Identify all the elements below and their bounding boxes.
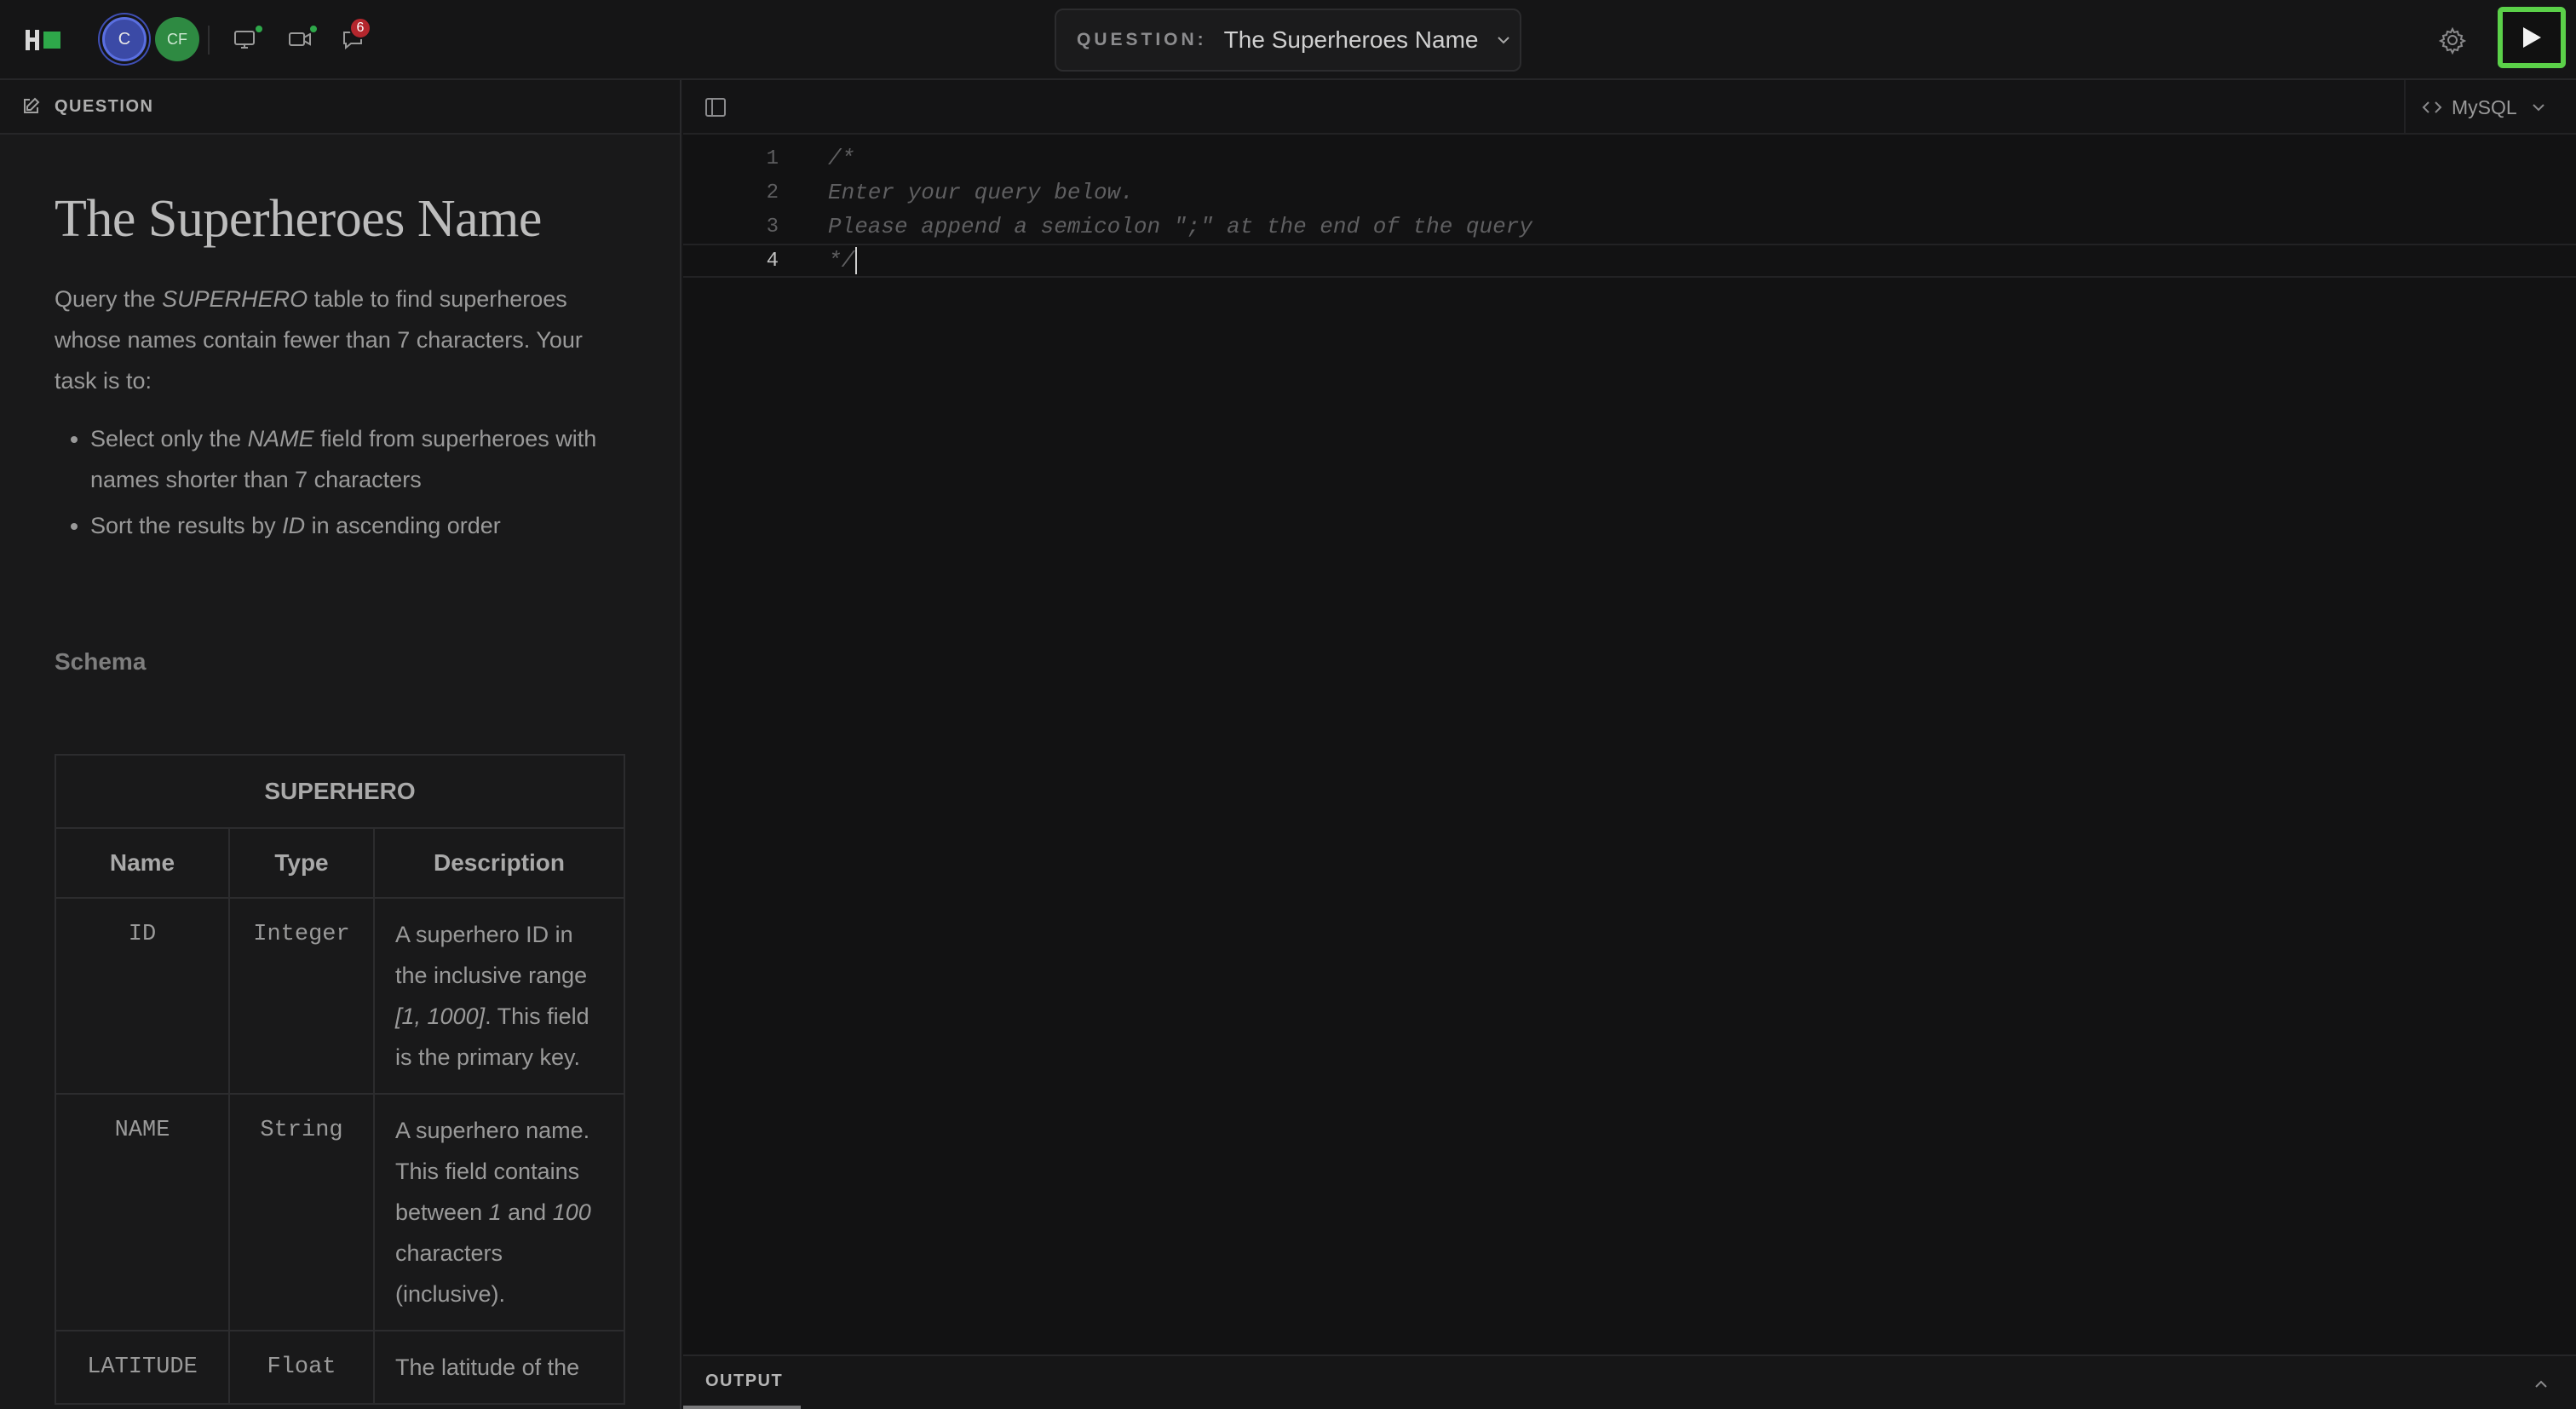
column-header: Description [373,827,625,899]
field-description-cell: The latitude of the [373,1330,625,1405]
run-button[interactable] [2498,7,2566,68]
text-segment: characters (inclusive). [395,1240,506,1307]
code-line[interactable]: 3 Please append a semicolon ";" at the e… [683,210,2576,244]
edit-icon [24,97,40,113]
question-panel-header: QUESTION [0,80,680,135]
panel-header-label: QUESTION [55,96,154,116]
text-emphasis: 100 [552,1199,591,1225]
gear-icon[interactable] [2436,24,2469,56]
column-header: Type [228,827,375,899]
screen-share-button[interactable] [228,22,264,56]
text-segment: Sort the results by [90,513,283,538]
avatar-initials: CF [167,30,187,48]
table-row: ID Integer A superhero ID in the inclusi… [55,897,625,1095]
divider [208,26,210,55]
text-caret [855,247,858,274]
text-segment: and [501,1199,553,1225]
field-name-cell: NAME [55,1093,230,1331]
list-item: Sort the results by ID in ascending orde… [90,505,625,546]
tab-output[interactable]: OUTPUT [705,1372,783,1391]
schema-heading: Schema [55,648,147,675]
schema-table: SUPERHERO Name Type Description ID Integ… [55,754,625,1405]
table-row: LATITUDE Float The latitude of the [55,1330,625,1405]
language-select-value: MySQL [2452,95,2517,118]
field-type-cell: Float [228,1330,375,1405]
chevron-down-icon [1497,37,1509,44]
text-segment: Select only the [90,426,248,451]
question-description: Query the SUPERHERO table to find superh… [55,279,625,401]
text-segment: The latitude of the [395,1354,580,1380]
output-panel: OUTPUT [683,1354,2576,1409]
text-emphasis: [1, 1000] [395,1004,486,1029]
code-line-text: Please append a semicolon ";" at the end… [828,214,1532,239]
app-root: C CF 6 QUESTION: The Superheroes Name QU… [0,0,2576,1409]
code-area[interactable]: 1 /* 2 Enter your query below. 3 Please … [683,141,2576,278]
field-name-cell: LATITUDE [55,1330,230,1405]
status-dot [308,24,319,34]
status-dot [254,24,264,34]
editor-header: MySQL [683,80,2576,135]
field-description-cell: A superhero name. This field contains be… [373,1093,625,1331]
question-panel[interactable]: QUESTION The Superheroes Name Query the … [0,80,681,1409]
chevron-down-icon [2532,104,2544,112]
play-icon [2523,27,2541,48]
avatar-initials: C [118,29,131,49]
column-header: Name [55,827,230,899]
question-selector-title: The Superheroes Name [1223,26,1479,53]
chevron-up-icon[interactable] [2532,1375,2550,1394]
code-line-text: /* [828,146,855,171]
field-type-cell: Integer [228,897,375,1095]
video-button[interactable] [283,22,319,56]
field-emphasis: NAME [247,426,314,451]
line-number: 1 [766,147,779,170]
line-number: 2 [766,181,779,204]
field-emphasis: ID [282,513,306,538]
avatar[interactable]: CF [155,17,199,61]
code-editor[interactable]: MySQL 1 /* 2 Enter your query below. 3 P… [683,80,2576,1354]
question-body: The Superheroes Name Query the SUPERHERO… [0,135,680,1405]
field-name-cell: ID [55,897,230,1095]
text-segment: in ascending order [305,513,501,538]
top-bar: C CF 6 QUESTION: The Superheroes Name [0,0,2576,80]
notification-badge: 6 [349,17,371,39]
text-segment: Query the [55,286,163,312]
code-line[interactable]: 1 /* [683,141,2576,175]
question-selector[interactable]: QUESTION: The Superheroes Name [1055,9,1521,72]
code-line-text: */ [828,247,858,274]
code-line-active[interactable]: 4 */ [683,244,2576,278]
sidebar-toggle-icon [705,98,726,117]
field-description-cell: A superhero ID in the inclusive range [1… [373,897,625,1095]
line-number: 4 [766,249,779,273]
code-line-text: Enter your query below. [828,180,1134,205]
list-item: Select only the NAME field from superher… [90,418,625,500]
avatar[interactable]: C [102,17,147,61]
table-name-emphasis: SUPERHERO [162,286,308,312]
text-segment: A superhero ID in the inclusive range [395,922,588,988]
hackerrank-logo-icon[interactable] [26,26,63,54]
code-text: */ [828,247,855,273]
task-list: Select only the NAME field from superher… [55,418,625,546]
table-row: NAME String A superhero name. This field… [55,1093,625,1331]
language-select[interactable]: MySQL [2404,80,2576,135]
question-selector-label: QUESTION: [1077,30,1207,49]
text-emphasis: 1 [488,1199,502,1225]
active-tab-indicator [683,1406,801,1409]
line-number: 3 [766,215,779,239]
question-title: The Superheroes Name [55,190,542,248]
sidebar-toggle-button[interactable] [699,92,733,123]
schema-table-name: SUPERHERO [55,754,625,829]
field-type-cell: String [228,1093,375,1331]
code-icon [2422,101,2442,113]
code-line[interactable]: 2 Enter your query below. [683,175,2576,210]
